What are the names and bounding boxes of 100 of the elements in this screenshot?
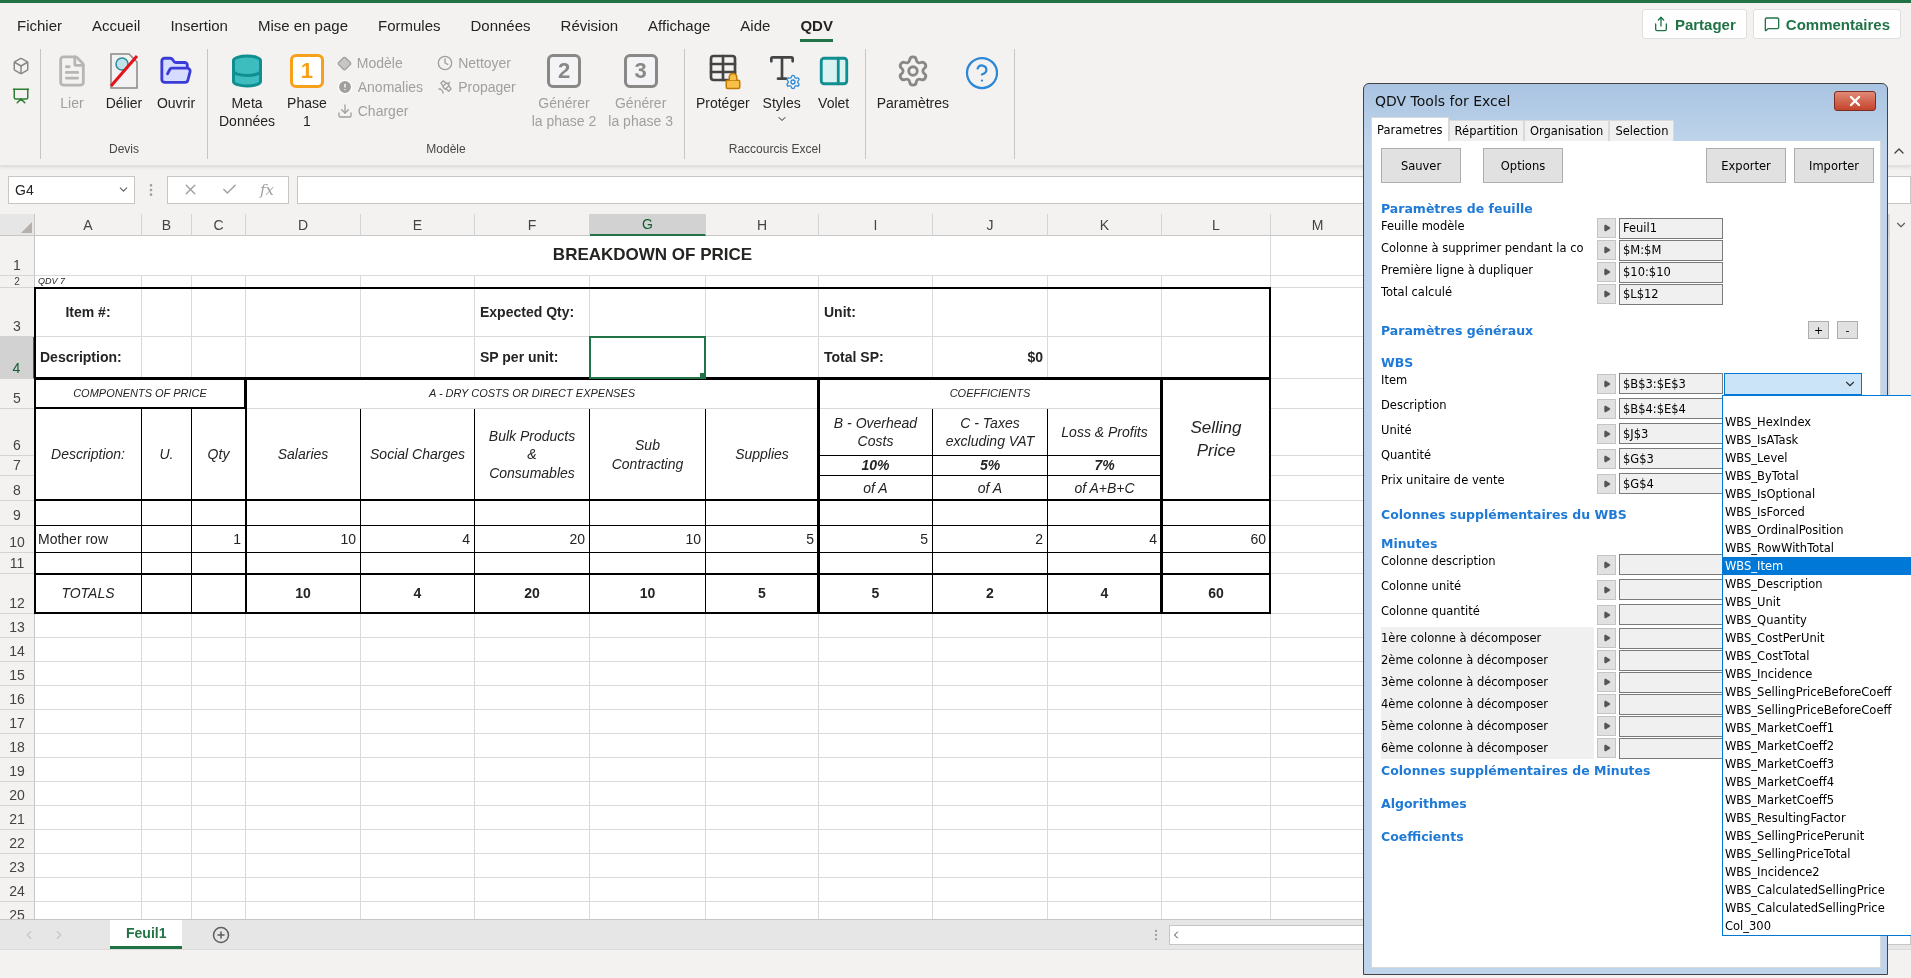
input-field[interactable] (1619, 715, 1723, 737)
pick-button[interactable] (1597, 240, 1616, 260)
row-header[interactable]: 9 (0, 501, 35, 526)
input-field[interactable] (1619, 554, 1723, 575)
pick-button[interactable] (1597, 284, 1616, 304)
input-field[interactable] (1619, 693, 1723, 715)
column-header[interactable]: C (192, 214, 246, 236)
row-header[interactable]: 10 (0, 526, 35, 553)
ribbon-button[interactable]: Volet (808, 49, 859, 115)
row-header[interactable]: 16 (0, 686, 35, 710)
menu-tab[interactable]: Mise en page (242, 3, 363, 45)
row-header[interactable]: 6 (0, 409, 35, 456)
row-header[interactable]: 19 (0, 758, 35, 782)
comments-button[interactable]: Commentaires (1752, 9, 1901, 39)
input-field[interactable]: $J$3 (1619, 423, 1723, 444)
ribbon-button[interactable]: Protéger (690, 49, 755, 115)
pick-button[interactable] (1597, 604, 1616, 625)
input-field[interactable] (1619, 737, 1723, 759)
menu-tab[interactable]: Affichage (633, 3, 726, 45)
pick-button[interactable] (1597, 373, 1616, 394)
column-header[interactable]: E (361, 214, 475, 236)
column-header[interactable]: H (706, 214, 819, 236)
ribbon-button[interactable]: Délier (99, 49, 149, 115)
menu-tab[interactable]: Données (455, 3, 546, 45)
menu-tab[interactable]: Fichier (2, 3, 77, 45)
tab[interactable]: Répartition (1448, 120, 1524, 141)
close-button[interactable] (1834, 90, 1876, 111)
menu-tab[interactable]: QDV (785, 3, 848, 45)
input-field[interactable] (1619, 671, 1723, 693)
input-field[interactable]: $10:$10 (1619, 261, 1723, 283)
sheet-tab[interactable]: Feuil1 (110, 920, 183, 949)
row-header[interactable]: 12 (0, 574, 35, 614)
row-header[interactable]: 20 (0, 782, 35, 806)
pick-button[interactable] (1597, 579, 1616, 600)
row-header[interactable]: 17 (0, 710, 35, 734)
column-header[interactable]: M (1271, 214, 1365, 236)
pick-button[interactable] (1597, 262, 1616, 282)
name-box[interactable]: G4 (8, 175, 135, 204)
row-header[interactable]: 18 (0, 734, 35, 758)
pick-button[interactable] (1597, 672, 1616, 692)
tab[interactable]: Organisation (1523, 120, 1610, 141)
pick-button[interactable] (1597, 738, 1616, 758)
small-button[interactable]: - (1837, 321, 1858, 339)
pick-button[interactable] (1597, 218, 1616, 238)
pick-button[interactable] (1597, 628, 1616, 648)
dialog-button[interactable]: Exporter (1706, 148, 1786, 183)
dialog-button[interactable]: Importer (1794, 148, 1874, 183)
row-header[interactable]: 14 (0, 638, 35, 662)
row-header[interactable]: 3 (0, 288, 35, 337)
input-field[interactable]: $B$3:$E$3 (1619, 373, 1723, 394)
input-field[interactable]: Feuil1 (1619, 217, 1723, 239)
column-header[interactable]: K (1048, 214, 1162, 236)
input-field[interactable]: $G$4 (1619, 473, 1723, 494)
pick-button[interactable] (1597, 694, 1616, 714)
add-sheet-icon[interactable] (212, 925, 231, 944)
ribbon-button[interactable]: 1 Phase 1 (282, 49, 332, 132)
row-header[interactable]: 5 (0, 379, 35, 409)
pick-button[interactable] (1597, 423, 1616, 444)
tab[interactable]: Parametres (1371, 117, 1449, 141)
input-field[interactable]: $B$4:$E$4 (1619, 398, 1723, 419)
row-header[interactable]: 22 (0, 830, 35, 854)
input-field[interactable]: $M:$M (1619, 239, 1723, 261)
ribbon-button[interactable]: Meta Données (214, 49, 281, 132)
row-header[interactable]: 24 (0, 878, 35, 902)
dialog-button[interactable]: Options (1483, 148, 1563, 183)
column-header[interactable]: I (819, 214, 933, 236)
dialog-button[interactable]: Sauver (1381, 148, 1461, 183)
ribbon-button[interactable]: Paramètres (871, 49, 954, 115)
column-header[interactable]: G (590, 214, 706, 236)
ribbon-button[interactable]: Styles (756, 49, 807, 127)
small-button[interactable]: + (1808, 321, 1829, 339)
pick-button[interactable] (1597, 473, 1616, 494)
cube-icon[interactable] (12, 57, 30, 75)
input-field[interactable]: $L$12 (1619, 283, 1723, 305)
row-header[interactable]: 4 (0, 337, 35, 379)
pick-button[interactable] (1597, 554, 1616, 575)
row-header[interactable]: 2 (0, 276, 35, 288)
pick-button[interactable] (1597, 716, 1616, 736)
pick-button[interactable] (1597, 398, 1616, 419)
menu-tab[interactable]: Aide (725, 3, 786, 45)
tab[interactable]: Selection (1609, 120, 1675, 141)
row-header[interactable]: 15 (0, 662, 35, 686)
row-header[interactable]: 13 (0, 614, 35, 638)
row-header[interactable]: 8 (0, 476, 35, 501)
menu-tab[interactable]: Insertion (155, 3, 243, 45)
column-header[interactable]: D (246, 214, 361, 236)
row-header[interactable]: 7 (0, 456, 35, 476)
input-field[interactable] (1619, 649, 1723, 671)
column-header[interactable]: B (142, 214, 192, 236)
menu-tab[interactable]: Accueil (77, 3, 156, 45)
column-header[interactable]: J (933, 214, 1048, 236)
ribbon-button[interactable]: Ouvrir (151, 49, 201, 115)
input-field[interactable] (1619, 579, 1723, 600)
row-header[interactable]: 11 (0, 553, 35, 574)
row-header[interactable]: 21 (0, 806, 35, 830)
column-header[interactable]: F (475, 214, 590, 236)
pick-button[interactable] (1597, 448, 1616, 469)
column-header[interactable]: L (1162, 214, 1271, 236)
board-icon[interactable] (12, 87, 30, 105)
input-field[interactable] (1619, 627, 1723, 649)
